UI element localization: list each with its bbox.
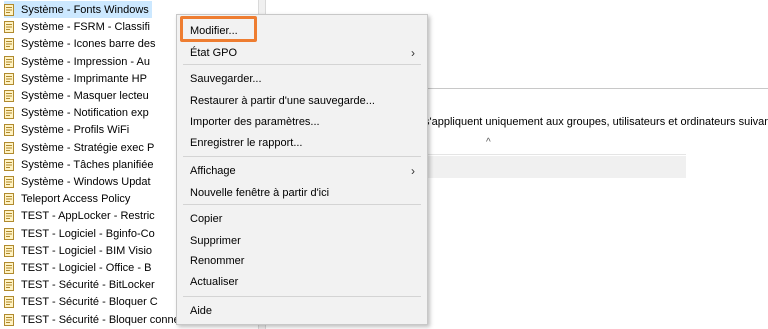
gpo-document-icon xyxy=(4,244,14,257)
gpo-tree-item[interactable]: TEST - Logiciel - Bginfo-Co xyxy=(4,225,155,242)
gpo-tree-item-label: TEST - AppLocker - Restric xyxy=(21,210,155,223)
menu-item-label: Aide xyxy=(190,305,213,317)
gpo-tree-item-label: TEST - Logiciel - Bginfo-Co xyxy=(21,227,155,240)
gpo-document-icon xyxy=(4,313,14,326)
gpo-tree-item-label: Système - Impression - Au xyxy=(21,55,150,68)
gpo-tree-item[interactable]: Système - Masquer lecteu xyxy=(4,87,149,104)
menu-item-label: Restaurer à partir d'une sauvegarde... xyxy=(190,95,375,107)
menu-separator xyxy=(183,296,421,297)
gpo-tree-item[interactable]: TEST - Sécurité - BitLocker xyxy=(4,276,155,293)
security-filter-list-row[interactable] xyxy=(424,156,686,178)
menu-item[interactable]: Affichage › xyxy=(177,161,427,182)
menu-item-label: Affichage xyxy=(190,165,236,177)
submenu-arrow-icon: › xyxy=(411,46,415,60)
context-menu: Modifier... État GPO › Sauvegarder... Restau… xyxy=(176,14,428,325)
gpo-tree-item[interactable]: Teleport Access Policy xyxy=(4,190,130,207)
gpo-tree-item[interactable]: Système - Impression - Au xyxy=(4,53,150,70)
gpo-tree-item-label: TEST - Sécurité - BitLocker xyxy=(21,279,155,292)
menu-item[interactable]: Enregistrer le rapport... xyxy=(177,133,427,154)
menu-item-label: Copier xyxy=(190,213,223,225)
gpo-document-icon xyxy=(4,210,14,223)
gpo-tree-item-label: Système - Tâches planifiée xyxy=(21,158,154,171)
gpo-tree-item[interactable]: Système - Tâches planifiée xyxy=(4,156,153,173)
menu-item-label: État GPO xyxy=(190,47,238,59)
gpo-tree-item-label: Système - Imprimante HP xyxy=(21,72,147,85)
gpo-tree-item-label: TEST - Logiciel - Office - B xyxy=(21,262,152,274)
menu-item-label: Importer des paramètres... xyxy=(190,116,320,128)
menu-item-label: Nouvelle fenêtre à partir d'ici xyxy=(190,187,330,199)
gpo-document-icon xyxy=(4,141,14,154)
gpo-tree-item-label: Système - Icones barre des xyxy=(21,38,156,51)
gpo-document-icon xyxy=(4,227,14,240)
menu-separator xyxy=(183,64,421,65)
menu-item-label: Renommer xyxy=(190,255,245,267)
gpo-document-icon xyxy=(4,176,14,188)
menu-item-label: Actualiser xyxy=(190,276,239,288)
gpo-tree-item[interactable]: TEST - Logiciel - BIM Visio xyxy=(4,242,152,259)
gpo-document-icon xyxy=(4,262,14,274)
gpo-document-icon xyxy=(4,72,14,85)
menu-item[interactable]: Actualiser xyxy=(177,272,427,293)
gpo-tree-item-label: Système - Windows Updat xyxy=(21,176,151,188)
gpo-document-icon xyxy=(4,90,14,102)
gpo-tree-item-label: Système - Notification exp xyxy=(21,107,149,120)
gpo-document-icon xyxy=(4,296,14,309)
gpo-document-icon xyxy=(4,55,14,68)
gpo-tree-item[interactable]: Système - FSRM - Classifi xyxy=(4,18,150,35)
menu-item[interactable]: Aide xyxy=(177,301,427,322)
menu-item[interactable]: État GPO › xyxy=(177,43,427,64)
menu-item-label: Sauvegarder... xyxy=(190,73,262,85)
gpo-document-icon xyxy=(4,21,14,34)
gpo-document-icon xyxy=(4,4,14,16)
menu-item[interactable]: Copier xyxy=(177,209,427,230)
gpo-tree-item-label: Système - FSRM - Classifi xyxy=(21,21,150,34)
menu-item[interactable]: Restaurer à partir d'une sauvegarde... xyxy=(177,91,427,112)
gpo-tree-item-label: Système - Stratégie exec P xyxy=(21,141,155,154)
sort-ascending-icon[interactable]: ^ xyxy=(486,137,491,148)
menu-item[interactable]: Importer des paramètres... xyxy=(177,112,427,133)
menu-item[interactable]: Supprimer xyxy=(177,231,427,252)
gpo-tree-item[interactable]: Système - Stratégie exec P xyxy=(4,139,154,156)
gpo-tree-item[interactable]: TEST - AppLocker - Restric xyxy=(4,207,155,224)
gpo-tree-item[interactable]: TEST - Sécurité - Bloquer C xyxy=(4,293,158,310)
gpo-tree-item[interactable]: Système - Notification exp xyxy=(4,104,149,121)
gpo-document-icon xyxy=(4,158,14,171)
gpo-document-icon xyxy=(4,193,14,206)
gpo-tree-item-label: Système - Fonts Windows xyxy=(21,4,149,16)
gpo-tree-item-label: TEST - Logiciel - BIM Visio xyxy=(21,244,153,257)
gpo-tree-item[interactable]: TEST - Logiciel - Office - B xyxy=(4,259,151,276)
gpo-tree-item-label: Système - Masquer lecteu xyxy=(21,90,149,102)
security-filter-list-header[interactable] xyxy=(424,137,686,155)
gpo-document-icon xyxy=(4,279,14,292)
gpo-tree-item-label: Teleport Access Policy xyxy=(21,193,131,206)
menu-item[interactable]: Renommer xyxy=(177,251,427,272)
menu-item[interactable]: Sauvegarder... xyxy=(177,69,427,90)
gpo-document-icon xyxy=(4,124,14,137)
gpo-tree-item-label: Système - Profils WiFi xyxy=(21,124,130,137)
gpo-tree-item[interactable]: Système - Fonts Windows xyxy=(4,1,152,18)
gpo-tree-item[interactable]: Système - Icones barre des xyxy=(4,35,156,52)
gpo-tree-item[interactable]: Système - Windows Updat xyxy=(4,173,151,190)
menu-separator xyxy=(183,156,421,157)
gpo-document-icon xyxy=(4,38,14,51)
gpo-tree-item[interactable]: Système - Profils WiFi xyxy=(4,121,129,138)
menu-separator xyxy=(183,204,421,205)
security-filter-text: s'appliquent uniquement aux groupes, uti… xyxy=(424,116,768,128)
gpo-document-icon xyxy=(4,107,14,120)
submenu-arrow-icon: › xyxy=(411,164,415,178)
gpo-tree-item-label: TEST - Sécurité - Bloquer C xyxy=(21,296,158,309)
menu-item-label: Supprimer xyxy=(190,235,241,247)
menu-item-label: Enregistrer le rapport... xyxy=(190,137,303,149)
menu-item[interactable]: Nouvelle fenêtre à partir d'ici xyxy=(177,183,427,204)
highlight-frame xyxy=(180,16,257,42)
gpo-tree-item[interactable]: Système - Imprimante HP xyxy=(4,70,147,87)
